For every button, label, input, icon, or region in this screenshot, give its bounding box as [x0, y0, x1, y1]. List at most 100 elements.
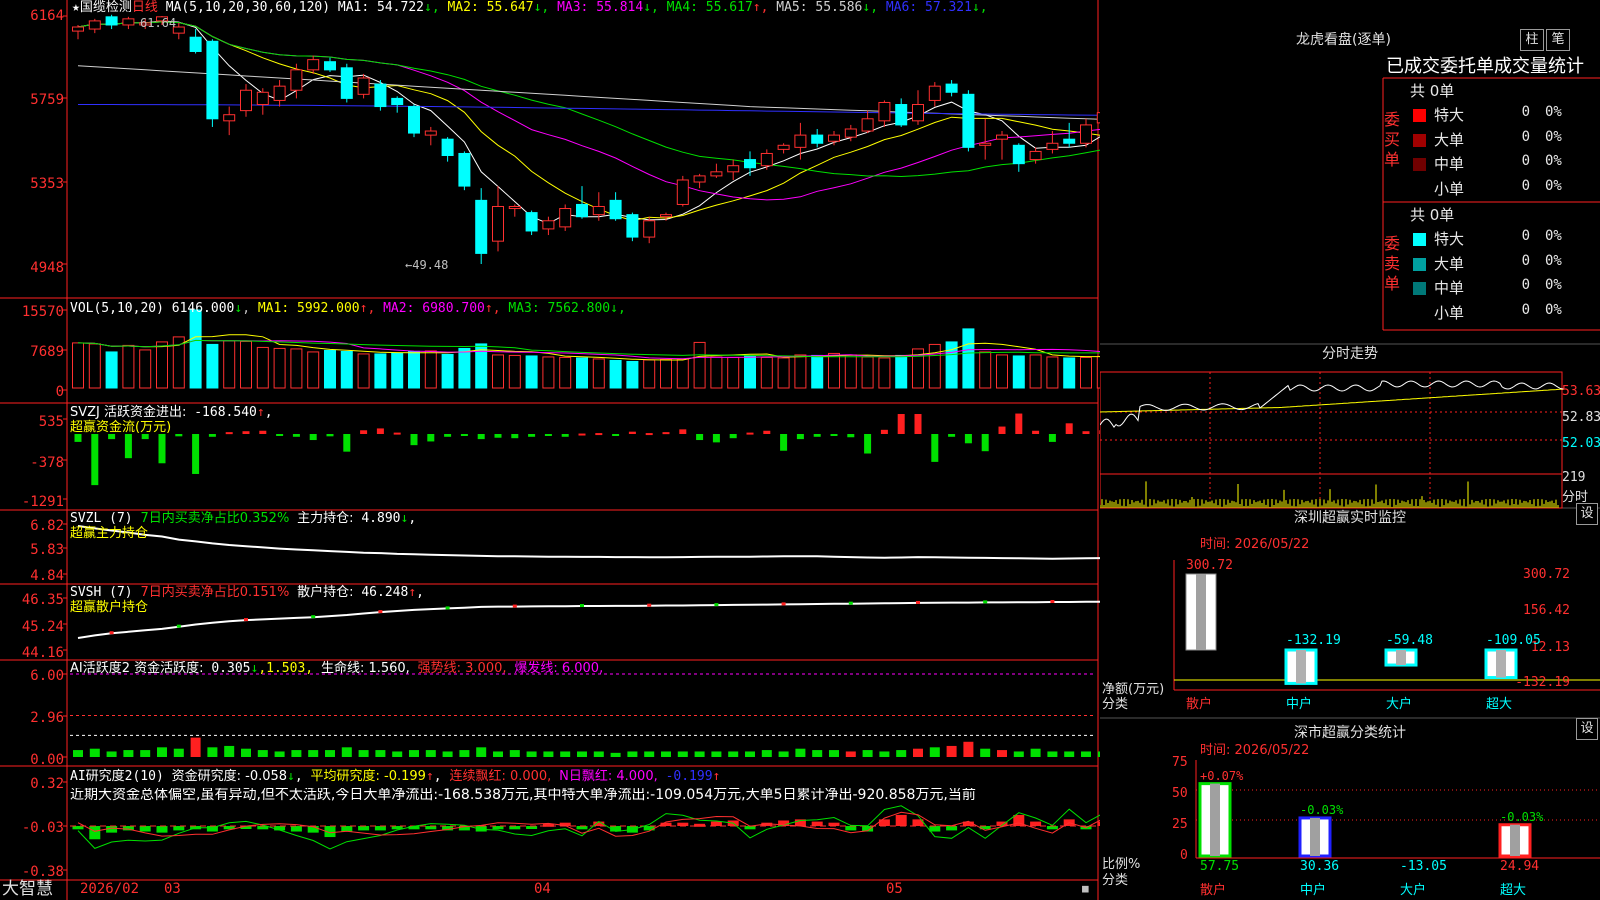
- ai2-research: 资金研究度: -0.058: [171, 769, 288, 784]
- candle-body: [811, 134, 824, 144]
- volume-bar: [660, 358, 672, 389]
- intraday-avg-line: [1100, 388, 1565, 413]
- candle-body: [408, 106, 420, 134]
- sz-class-ylabel: 比例%: [1102, 857, 1141, 872]
- sz-monitor-y-label: 156.42: [1523, 603, 1570, 618]
- activity-bar: [274, 751, 285, 757]
- svzj-title: SVZJ 活跃资金进出:: [70, 405, 187, 420]
- fund-flow-bar: [998, 426, 1006, 434]
- intraday-y-label: 52.83: [1562, 410, 1600, 425]
- buy-side-text: 委买单: [1384, 110, 1401, 169]
- ma-item-arrow: ↓,: [643, 0, 659, 15]
- candle-body: [525, 212, 538, 232]
- candle-body: [1012, 144, 1025, 165]
- volume-bar: [811, 354, 824, 389]
- main-chart-area[interactable]: ★国缆检测日线 MA(5,10,20,30,60,120) MA1: 54.72…: [0, 0, 1100, 900]
- candle-body: [996, 134, 1008, 140]
- svzl-y-label: 4.84: [30, 568, 64, 584]
- candle-body: [945, 83, 958, 93]
- ma-item-arrow: ↓,: [533, 0, 550, 15]
- volume-bar: [408, 350, 420, 389]
- sz-class-y-label: 50: [1172, 786, 1188, 801]
- volume-bar: [693, 341, 706, 389]
- activity-bar: [73, 750, 83, 757]
- ma-item-label: MA5:: [776, 0, 808, 15]
- ma-item-arrow: ↓,: [971, 0, 988, 15]
- ma-item-value: 55.617: [697, 0, 753, 15]
- candle-body: [88, 20, 101, 30]
- candle-body: [794, 134, 807, 148]
- activity-bar: [627, 751, 638, 757]
- candle-body: [777, 144, 790, 150]
- sz-class-settings-button[interactable]: 设: [1576, 718, 1598, 740]
- activity-bar: [409, 750, 419, 757]
- sz-monitor-title: 深圳超赢实时监控: [1294, 510, 1406, 526]
- fund-flow-bar: [561, 434, 569, 437]
- fund-flow-bar: [427, 434, 435, 442]
- order-count: 0: [1521, 153, 1530, 169]
- candle-body: [508, 205, 521, 210]
- order-percent: 0%: [1545, 104, 1562, 120]
- kline-y-label: 5353: [30, 176, 64, 192]
- fund-flow-bar: [544, 434, 552, 436]
- sz-class-xlabel: 分类: [1102, 873, 1129, 888]
- svsh-subtitle: 超赢散户持仓: [70, 600, 149, 615]
- volume-bar: [979, 351, 992, 389]
- volume-bar: [256, 346, 269, 389]
- activity-bar: [980, 748, 991, 757]
- volume-bar: [508, 354, 521, 389]
- sz-monitor-bar-shade: [1396, 650, 1406, 666]
- fund-flow-bar: [192, 434, 200, 474]
- tick-mode-button[interactable]: 笔: [1546, 29, 1570, 51]
- candle-body: [979, 142, 992, 146]
- fund-flow-bar: [1015, 413, 1023, 434]
- sz-class-y-label: 25: [1172, 817, 1188, 832]
- retail-hold-dot: [176, 624, 181, 628]
- intraday-y-label: 52.03: [1562, 436, 1600, 451]
- research-bar: [811, 821, 823, 826]
- candle-body: [693, 175, 706, 183]
- fund-flow-bar: [477, 434, 485, 440]
- vol-ma-item-arrow: ↑,: [359, 301, 376, 316]
- svsh-ratio: 7日内买卖净占比0.151%: [140, 585, 290, 600]
- retail-hold-dot: [848, 601, 853, 605]
- research-bar: [710, 821, 722, 826]
- activity-bar: [644, 751, 655, 757]
- fund-flow-bar: [175, 434, 183, 437]
- bar-mode-button[interactable]: 柱: [1520, 29, 1544, 51]
- activity-bar: [526, 751, 537, 757]
- candle-body: [760, 152, 773, 167]
- retail-hold-dot: [983, 600, 988, 604]
- sell-side-label: 委卖单: [1384, 234, 1406, 294]
- svsh-y-label: 45.24: [21, 619, 64, 635]
- fund-flow-bar: [712, 434, 720, 443]
- ma-line-5: [77, 20, 1100, 225]
- activity-bar: [929, 747, 940, 757]
- low-mark: ←49.48: [405, 258, 449, 272]
- fund-flow-bar: [645, 433, 653, 436]
- fund-flow-bar: [343, 434, 351, 452]
- order-count: 0: [1521, 177, 1530, 194]
- order-percent: 0%: [1545, 252, 1562, 269]
- activity-bar: [812, 750, 823, 757]
- activity-bar: [677, 751, 688, 757]
- volume-bar: [744, 355, 756, 389]
- ma-item-5: MA5: 55.586↓,: [776, 0, 878, 15]
- volume-bar: [88, 343, 101, 389]
- fund-flow-bar: [948, 434, 956, 437]
- ma-item-4: MA4: 55.617↑,: [667, 0, 769, 15]
- volume-bar: [374, 353, 387, 389]
- retail-hold-dot: [714, 603, 719, 607]
- sz-monitor-settings-button[interactable]: 设: [1576, 503, 1598, 525]
- svzl-hold-value: 4.890: [361, 511, 401, 526]
- lock-icon[interactable]: ■: [1082, 882, 1089, 896]
- volume-bar: [542, 356, 555, 389]
- activity-bar: [1013, 751, 1024, 757]
- fund-flow-bar: [158, 434, 166, 464]
- svsh-y-label: 46.35: [21, 592, 64, 608]
- svzl-y-label: 5.83: [30, 542, 64, 558]
- retail-hold-dot: [781, 602, 786, 606]
- sz-class-y-label: 75: [1172, 755, 1188, 770]
- color-swatch: [1413, 183, 1426, 196]
- candle-body: [626, 214, 639, 238]
